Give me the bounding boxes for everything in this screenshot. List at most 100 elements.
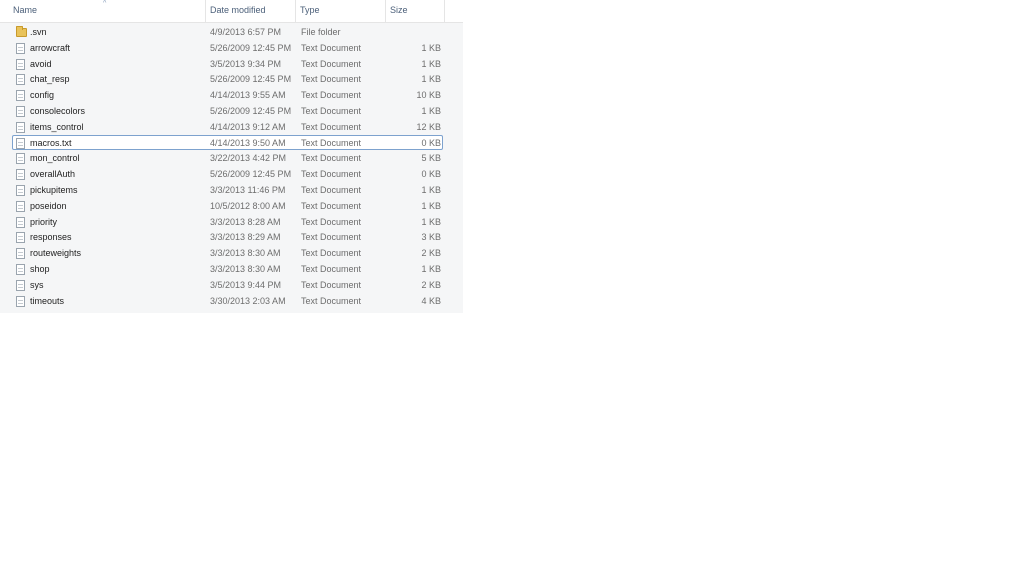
file-name: pickupitems bbox=[30, 185, 78, 195]
file-size: 1 KB bbox=[421, 42, 441, 53]
file-type: Text Document bbox=[301, 90, 362, 101]
text-document-icon bbox=[16, 279, 25, 291]
file-name: arrowcraft bbox=[30, 42, 71, 53]
text-document-icon bbox=[16, 121, 25, 133]
column-header-date-label: Date modified bbox=[210, 5, 266, 15]
text-document-icon bbox=[16, 58, 25, 70]
file-name: sys bbox=[30, 279, 44, 290]
file-name: poseidon bbox=[30, 200, 67, 211]
file-date-modified: 3/3/2013 8:30 AM bbox=[210, 264, 281, 274]
column-header-type-label: Type bbox=[300, 5, 320, 15]
file-row[interactable]: macros.txt 4/14/2013 9:50 AM Text Document… bbox=[12, 134, 443, 150]
file-size: 1 KB bbox=[421, 74, 441, 85]
file-date-modified: 4/14/2013 9:55 AM bbox=[210, 90, 286, 101]
file-size: 1 KB bbox=[421, 216, 441, 227]
file-size: 10 KB bbox=[416, 90, 441, 101]
file-row[interactable]: items_control 4/14/2013 9:12 AM Text Docum… bbox=[12, 119, 443, 134]
file-size: 1 KB bbox=[421, 185, 441, 195]
file-name: macros.txt bbox=[30, 137, 72, 148]
file-type: Text Document bbox=[301, 106, 362, 116]
text-document-icon bbox=[16, 42, 25, 54]
file-name: overallAuth bbox=[30, 169, 76, 180]
file-type: Text Document bbox=[301, 185, 362, 195]
file-date-modified: 3/30/2013 2:03 AM bbox=[210, 295, 286, 306]
file-row[interactable]: pickupitems 3/3/2013 11:46 PM Text Documen… bbox=[12, 182, 443, 197]
file-type: Text Document bbox=[301, 216, 362, 227]
file-name: priority bbox=[30, 216, 58, 227]
column-header-type[interactable]: Type bbox=[296, 0, 386, 22]
file-date-modified: 3/3/2013 11:46 PM bbox=[210, 185, 286, 195]
file-date-modified: 5/26/2009 12:45 PM bbox=[210, 74, 292, 85]
file-row[interactable]: shop 3/3/2013 8:30 AM Text Document 1 KB bbox=[12, 261, 443, 276]
file-date-modified: 3/3/2013 8:30 AM bbox=[210, 248, 281, 259]
file-type: Text Document bbox=[301, 169, 362, 180]
file-row[interactable]: avoid 3/5/2013 9:34 PM Text Document 1 KB bbox=[12, 56, 443, 71]
file-type: Text Document bbox=[301, 42, 362, 53]
file-date-modified: 4/14/2013 9:12 AM bbox=[210, 121, 286, 132]
file-size: 12 KB bbox=[416, 121, 441, 132]
file-date-modified: 4/9/2013 6:57 PM bbox=[210, 27, 282, 37]
file-list-pane: Name ^ Date modified Type Size .svn 4/9/2… bbox=[0, 0, 463, 313]
file-type: Text Document bbox=[301, 232, 362, 243]
text-document-icon bbox=[16, 74, 25, 86]
file-size: 1 KB bbox=[421, 200, 441, 211]
file-date-modified: 3/3/2013 8:29 AM bbox=[210, 232, 281, 243]
file-name: items_control bbox=[30, 121, 84, 132]
file-type: Text Document bbox=[301, 279, 362, 290]
column-header-name-label: Name bbox=[13, 5, 38, 15]
file-size: 5 KB bbox=[421, 153, 441, 164]
file-type: Text Document bbox=[301, 58, 362, 69]
file-name: responses bbox=[30, 232, 72, 243]
sort-ascending-icon: ^ bbox=[103, 0, 107, 7]
file-type: Text Document bbox=[301, 153, 362, 164]
file-type: Text Document bbox=[301, 121, 362, 132]
file-row[interactable]: timeouts 3/30/2013 2:03 AM Text Document 4 … bbox=[12, 293, 443, 308]
file-date-modified: 3/5/2013 9:44 PM bbox=[210, 279, 282, 290]
text-document-icon bbox=[16, 216, 25, 228]
text-document-icon bbox=[16, 232, 25, 244]
file-date-modified: 3/3/2013 8:28 AM bbox=[210, 216, 281, 227]
text-document-icon bbox=[16, 137, 25, 149]
file-name: routeweights bbox=[30, 248, 82, 259]
file-date-modified: 10/5/2012 8:00 AM bbox=[210, 200, 286, 211]
file-row[interactable]: priority 3/3/2013 8:28 AM Text Document 1 K… bbox=[12, 214, 443, 229]
file-type: Text Document bbox=[301, 200, 362, 211]
file-row[interactable]: arrowcraft 5/26/2009 12:45 PM Text Documen… bbox=[12, 40, 443, 55]
file-date-modified: 5/26/2009 12:45 PM bbox=[210, 42, 292, 53]
file-size: 0 KB bbox=[421, 137, 441, 148]
file-date-modified: 3/5/2013 9:34 PM bbox=[210, 58, 282, 69]
column-header-size-label: Size bbox=[390, 5, 408, 15]
file-row[interactable]: responses 3/3/2013 8:29 AM Text Document 3 … bbox=[12, 229, 443, 244]
file-size: 2 KB bbox=[421, 248, 441, 259]
file-name: shop bbox=[30, 264, 50, 274]
file-type: Text Document bbox=[301, 74, 362, 85]
file-size: 0 KB bbox=[421, 169, 441, 180]
file-row[interactable]: sys 3/5/2013 9:44 PM Text Document 2 KB bbox=[12, 277, 443, 292]
text-document-icon bbox=[16, 295, 25, 307]
text-document-icon bbox=[16, 153, 25, 165]
file-row[interactable]: chat_resp 5/26/2009 12:45 PM Text Document… bbox=[12, 71, 443, 86]
file-size: 1 KB bbox=[421, 264, 441, 274]
column-header-size[interactable]: Size bbox=[386, 0, 445, 22]
column-header-date-modified[interactable]: Date modified bbox=[206, 0, 296, 22]
text-document-icon bbox=[16, 106, 25, 117]
file-row[interactable]: overallAuth 5/26/2009 12:45 PM Text Docume… bbox=[12, 166, 443, 181]
file-row[interactable]: config 4/14/2013 9:55 AM Text Document 10 K… bbox=[12, 87, 443, 102]
column-header-bar: Name ^ Date modified Type Size bbox=[0, 0, 463, 23]
file-row[interactable]: routeweights 3/3/2013 8:30 AM Text Documen… bbox=[12, 245, 443, 260]
file-row[interactable]: .svn 4/9/2013 6:57 PM File folder bbox=[12, 24, 443, 39]
column-header-name[interactable]: Name bbox=[9, 0, 206, 22]
file-date-modified: 4/14/2013 9:50 AM bbox=[210, 137, 286, 148]
file-name: chat_resp bbox=[30, 74, 70, 85]
file-row[interactable]: poseidon 10/5/2012 8:00 AM Text Document 1 … bbox=[12, 198, 443, 213]
file-type: Text Document bbox=[301, 137, 362, 148]
file-type: File folder bbox=[301, 27, 341, 37]
file-row[interactable]: consolecolors 5/26/2009 12:45 PM Text Docu… bbox=[12, 103, 443, 118]
file-size: 4 KB bbox=[421, 295, 441, 306]
file-name: avoid bbox=[30, 58, 52, 69]
file-size: 2 KB bbox=[421, 279, 441, 290]
file-type: Text Document bbox=[301, 264, 362, 274]
folder-icon bbox=[16, 26, 27, 37]
file-row[interactable]: mon_control 3/22/2013 4:42 PM Text Documen… bbox=[12, 150, 443, 165]
file-name: config bbox=[30, 90, 55, 101]
